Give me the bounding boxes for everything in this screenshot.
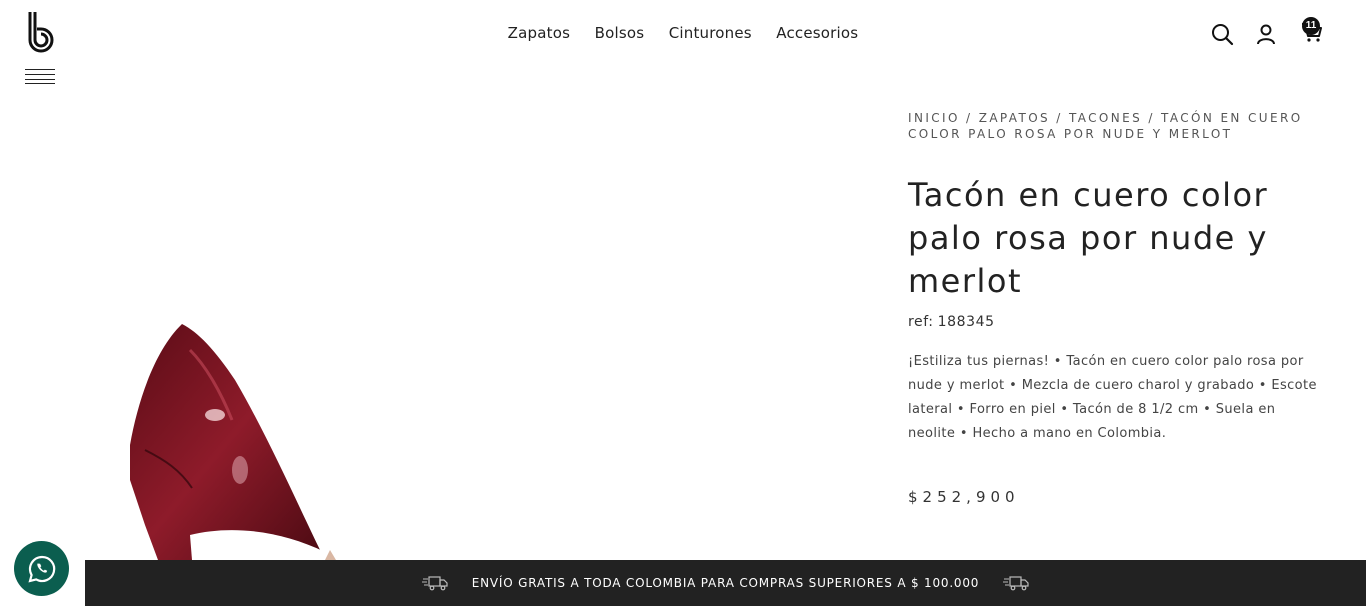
- whatsapp-button[interactable]: [14, 541, 69, 596]
- main-nav: Zapatos Bolsos Cinturones Accesorios: [0, 24, 1366, 43]
- nav-item-accesorios[interactable]: Accesorios: [776, 24, 858, 42]
- nav-item-cinturones[interactable]: Cinturones: [669, 24, 752, 42]
- nav-item-bolsos[interactable]: Bolsos: [595, 24, 645, 42]
- brand-logo[interactable]: [26, 10, 56, 54]
- hamburger-menu-icon[interactable]: [25, 69, 55, 84]
- nav-item-zapatos[interactable]: Zapatos: [508, 24, 570, 42]
- breadcrumb-inicio[interactable]: INICIO: [908, 111, 960, 125]
- cart-count-badge: 11: [1302, 17, 1320, 35]
- user-icon[interactable]: [1254, 22, 1278, 46]
- breadcrumb: INICIO / ZAPATOS / TACONES / TACÓN EN CU…: [908, 111, 1303, 141]
- ref-label: ref:: [908, 314, 934, 330]
- ref-value: 188345: [937, 314, 995, 330]
- shipping-text: ENVÍO GRATIS A TODA COLOMBIA PARA COMPRA…: [471, 576, 980, 590]
- product-description: ¡Estiliza tus piernas! • Tacón en cuero …: [908, 354, 1317, 441]
- product-title: Tacón en cuero color palo rosa por nude …: [908, 176, 1269, 300]
- whatsapp-icon: [27, 555, 55, 583]
- search-icon[interactable]: [1210, 22, 1234, 46]
- product-ref: ref: 188345: [908, 314, 995, 330]
- shipping-banner: ENVÍO GRATIS A TODA COLOMBIA PARA COMPRA…: [85, 560, 1366, 606]
- product-image: [130, 324, 336, 560]
- truck-icon: [1003, 576, 1029, 591]
- truck-icon: [421, 576, 448, 591]
- breadcrumb-tacones[interactable]: TACONES: [1069, 111, 1142, 125]
- product-price: $252,900: [908, 488, 1020, 506]
- breadcrumb-zapatos[interactable]: ZAPATOS: [979, 111, 1050, 125]
